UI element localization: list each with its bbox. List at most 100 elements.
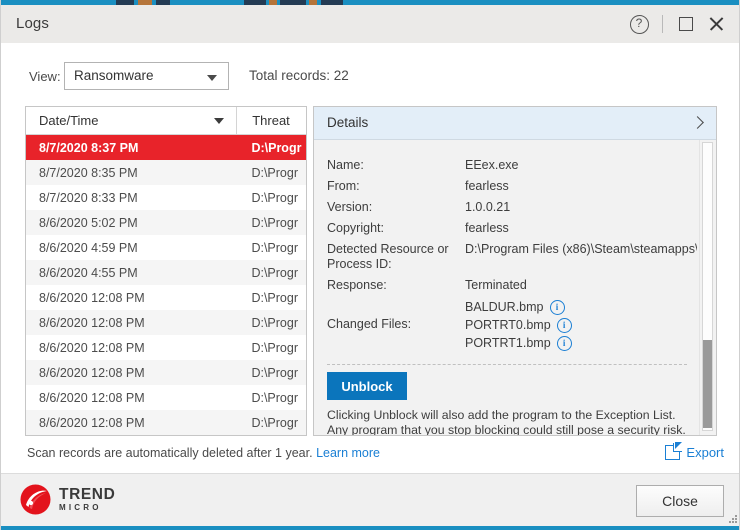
log-list-panel: Date/Time Threat 8/7/2020 8:37 PM D:\Prog… bbox=[25, 106, 307, 436]
brand-wordmark: TREND MICRO bbox=[59, 487, 115, 513]
table-row[interactable]: 8/7/2020 8:33 PM D:\Progr bbox=[26, 185, 306, 210]
chevron-right-icon[interactable] bbox=[691, 116, 704, 129]
brand-line-2: MICRO bbox=[59, 503, 102, 513]
list-item: PORTRT1.bmp i bbox=[465, 335, 697, 351]
detail-field: Name: EEex.exe bbox=[327, 158, 697, 173]
changed-file-name: BALDUR.bmp bbox=[465, 300, 544, 314]
cell-datetime: 8/6/2020 12:08 PM bbox=[39, 390, 145, 405]
info-icon[interactable]: i bbox=[549, 299, 565, 315]
unblock-button[interactable]: Unblock bbox=[327, 372, 407, 400]
view-dropdown-value: Ransomware bbox=[74, 68, 154, 83]
main-content: Date/Time Threat 8/7/2020 8:37 PM D:\Prog… bbox=[25, 106, 717, 436]
maximize-icon bbox=[679, 17, 693, 31]
sort-descending-icon bbox=[214, 118, 225, 124]
resize-grip[interactable] bbox=[728, 514, 737, 523]
table-row[interactable]: 8/6/2020 12:08 PM D:\Progr bbox=[26, 310, 306, 335]
bottom-bar: TREND MICRO Close bbox=[1, 473, 739, 530]
log-list-header: Date/Time Threat bbox=[26, 107, 306, 135]
cell-threat: D:\Progr bbox=[251, 390, 298, 405]
view-toolbar: View: Ransomware Total records: 22 bbox=[1, 62, 739, 94]
close-icon bbox=[708, 16, 724, 32]
detail-field-label: Detected Resource or Process ID: bbox=[327, 242, 449, 271]
table-row[interactable]: 8/6/2020 12:08 PM D:\Progr bbox=[26, 385, 306, 410]
table-row[interactable]: 8/6/2020 12:08 PM D:\Progr bbox=[26, 285, 306, 310]
cell-datetime: 8/6/2020 5:02 PM bbox=[39, 215, 138, 230]
changed-file-name: PORTRT1.bmp bbox=[465, 336, 551, 350]
control-divider bbox=[662, 15, 663, 33]
page-title: Logs bbox=[16, 15, 49, 32]
table-row[interactable]: 8/7/2020 8:37 PM D:\Progr bbox=[26, 135, 306, 160]
table-row[interactable]: 8/6/2020 12:08 PM D:\Progr bbox=[26, 410, 306, 435]
column-header-datetime-label: Date/Time bbox=[39, 113, 99, 128]
cell-datetime: 8/6/2020 4:59 PM bbox=[39, 240, 138, 255]
brand-line-1: TREND bbox=[59, 485, 116, 503]
detail-field-value: fearless bbox=[465, 221, 509, 235]
detail-field-label: From: bbox=[327, 179, 360, 193]
cell-threat: D:\Progr bbox=[251, 140, 302, 155]
cell-threat: D:\Progr bbox=[251, 240, 298, 255]
cell-datetime: 8/7/2020 8:37 PM bbox=[39, 140, 139, 155]
cell-threat: D:\Progr bbox=[251, 340, 298, 355]
cell-datetime: 8/6/2020 12:08 PM bbox=[39, 290, 145, 305]
list-item: PORTRT0.bmp i bbox=[465, 317, 697, 333]
cell-datetime: 8/6/2020 4:55 PM bbox=[39, 265, 138, 280]
cell-datetime: 8/7/2020 8:35 PM bbox=[39, 165, 138, 180]
changed-files-list: BALDUR.bmp i PORTRT0.bmp i PORTRT1.bmp i bbox=[465, 299, 697, 353]
close-window-button[interactable] bbox=[701, 9, 731, 39]
details-panel: Details Name: EEex.exe From: fearless Versio… bbox=[313, 106, 717, 436]
footer-note-row: Scan records are automatically deleted a… bbox=[1, 442, 739, 467]
details-scrollbar[interactable] bbox=[699, 140, 715, 435]
info-icon[interactable]: i bbox=[556, 335, 572, 351]
maximize-button[interactable] bbox=[671, 9, 701, 39]
help-button[interactable] bbox=[624, 9, 654, 39]
learn-more-link[interactable]: Learn more bbox=[316, 446, 380, 460]
table-row[interactable]: 8/6/2020 5:02 PM D:\Progr bbox=[26, 210, 306, 235]
help-icon bbox=[629, 14, 649, 34]
cell-threat: D:\Progr bbox=[251, 165, 298, 180]
total-records-label: Total records: 22 bbox=[249, 68, 349, 83]
detail-field-value: D:\Program Files (x86)\Steam\steamapps\c… bbox=[465, 242, 697, 256]
brand-logo: TREND MICRO bbox=[19, 483, 115, 516]
export-icon bbox=[665, 442, 683, 460]
detail-field-label: Response: bbox=[327, 278, 387, 292]
column-header-datetime[interactable]: Date/Time bbox=[26, 107, 238, 134]
details-header: Details bbox=[314, 107, 716, 140]
accent-strip bbox=[1, 526, 739, 530]
scrollbar-thumb[interactable] bbox=[703, 340, 712, 428]
view-dropdown[interactable]: Ransomware bbox=[64, 62, 229, 90]
info-icon[interactable]: i bbox=[556, 317, 572, 333]
changed-file-name: PORTRT0.bmp bbox=[465, 318, 551, 332]
cell-threat: D:\Progr bbox=[251, 190, 298, 205]
trend-micro-logo-icon bbox=[19, 483, 52, 516]
export-label: Export bbox=[686, 445, 724, 460]
cell-datetime: 8/6/2020 12:08 PM bbox=[39, 340, 145, 355]
detail-field-value: 1.0.0.21 bbox=[465, 200, 511, 214]
detail-field: From: fearless bbox=[327, 179, 697, 194]
details-body: Name: EEex.exe From: fearless Version: 1.0.0.… bbox=[314, 140, 716, 435]
retention-note: Scan records are automatically deleted a… bbox=[27, 446, 380, 460]
changed-files-label: Changed Files: bbox=[327, 317, 412, 331]
detail-field: Copyright: fearless bbox=[327, 221, 697, 236]
details-title: Details bbox=[327, 115, 369, 130]
detail-field: Detected Resource or Process ID: D:\Progr… bbox=[327, 242, 697, 272]
cell-threat: D:\Progr bbox=[251, 415, 298, 430]
view-label: View: bbox=[29, 69, 61, 84]
details-field-list: Name: EEex.exe From: fearless Version: 1.0.0.… bbox=[327, 158, 697, 355]
cell-threat: D:\Progr bbox=[251, 365, 298, 380]
table-row[interactable]: 8/6/2020 12:08 PM D:\Progr bbox=[26, 360, 306, 385]
cell-datetime: 8/6/2020 12:08 PM bbox=[39, 365, 145, 380]
retention-note-text: Scan records are automatically deleted a… bbox=[27, 446, 313, 460]
detail-field: Version: 1.0.0.21 bbox=[327, 200, 697, 215]
table-row[interactable]: 8/6/2020 4:55 PM D:\Progr bbox=[26, 260, 306, 285]
table-row[interactable]: 8/6/2020 4:59 PM D:\Progr bbox=[26, 235, 306, 260]
close-button[interactable]: Close bbox=[636, 485, 724, 517]
window-controls bbox=[624, 5, 731, 43]
changed-files-field: Changed Files: BALDUR.bmp i PORTRT0.bmp i POR… bbox=[327, 299, 697, 353]
table-row[interactable]: 8/6/2020 12:08 PM D:\Progr bbox=[26, 335, 306, 360]
export-button[interactable]: Export bbox=[665, 442, 724, 460]
table-row[interactable]: 8/7/2020 8:35 PM D:\Progr bbox=[26, 160, 306, 185]
cell-datetime: 8/6/2020 12:08 PM bbox=[39, 315, 145, 330]
logs-window: Logs View: Ransomware Total records: 22 bbox=[0, 0, 740, 530]
column-header-threat[interactable]: Threat bbox=[237, 107, 306, 134]
chevron-down-icon bbox=[207, 75, 217, 81]
